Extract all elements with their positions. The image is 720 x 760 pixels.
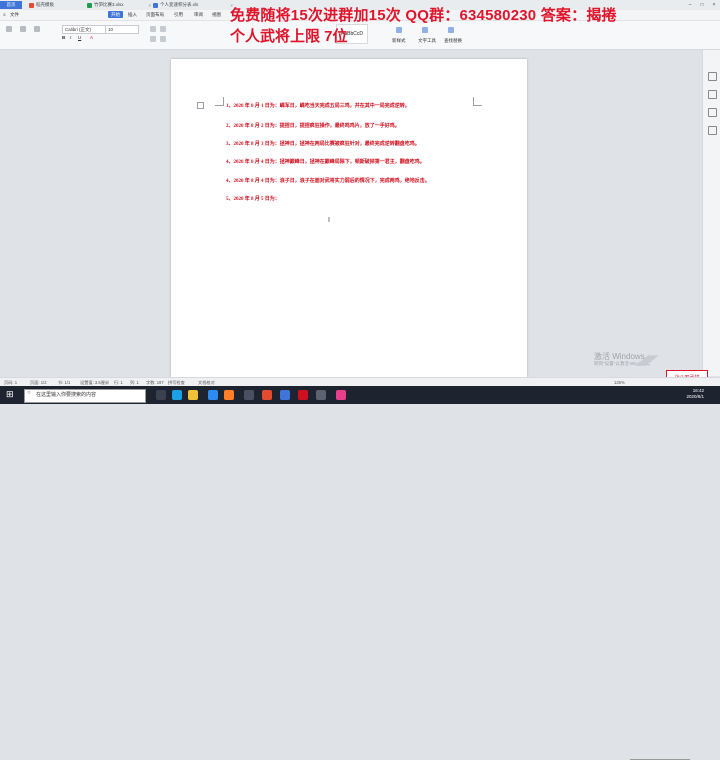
menu-references[interactable]: 引用 [174,12,183,18]
bullets-icon[interactable] [150,26,156,32]
paragraph-handle-icon[interactable] [197,102,204,109]
doc-line-3[interactable]: 3、2020 年 8 月 3 日为：拯神日，拯神在两局比赛被疯狂针对，最终完成逆… [226,140,420,147]
wps-writer-icon[interactable] [280,390,290,400]
app-icon[interactable] [244,390,254,400]
menu-view[interactable]: 视图 [212,12,221,18]
new-style-button[interactable]: 新样式 [392,38,406,44]
tab-home[interactable]: 首页 [0,1,22,9]
document-page[interactable]: 1、2020 年 8 月 1 日为：嵎军日，嵎吃当天完成五局三鸡，并在其中一局完… [171,59,527,381]
margin-corner-left [215,97,224,106]
align-center-icon[interactable] [160,36,166,42]
doc-line-6[interactable]: 5、2020 年 8 月 5 日为： [226,195,280,202]
align-left-icon[interactable] [150,36,156,42]
promo-banner-line1: 免费随将15次进群加15次 QQ群：634580230 答案：揭捲 [230,7,617,24]
doc-line-1[interactable]: 1、2020 年 8 月 1 日为：嵎军日，嵎吃当天完成五局三鸡，并在其中一局完… [226,102,410,109]
ribbon-toolbar: Calibri (正文) 10 B I U A AaBbCcD 新样式 文字工具… [0,21,720,50]
channel-logo: ◢◤ [636,352,656,367]
new-style-icon [396,27,402,33]
cut-icon[interactable] [6,26,12,32]
underline-icon[interactable]: U [78,35,81,40]
format-painter-icon[interactable] [34,26,40,32]
bold-icon[interactable]: B [62,35,65,40]
spreadsheet-icon [87,2,92,8]
app-icon[interactable] [224,390,234,400]
maximize-icon[interactable]: □ [696,0,708,10]
windows-start-icon[interactable]: ⊞ [6,389,14,400]
browser-icon[interactable] [208,390,218,400]
promo-banner-line2: 个人武将上限 7位 [230,28,348,45]
menu-file[interactable]: 文件 [10,12,19,18]
search-placeholder: 在这里输入你要搜索的内容 [36,392,97,398]
side-tool-icon[interactable] [708,90,717,99]
side-tool-icon[interactable] [708,108,717,117]
text-tools-icon [422,27,428,33]
side-tool-icon[interactable] [708,126,717,135]
copy-icon[interactable] [20,26,26,32]
tab-xlsx-file[interactable]: 竹笋比赛3.xlsx × [84,1,154,9]
numbering-icon[interactable] [160,26,166,32]
tab-docer-template[interactable]: 稻壳模板 [26,1,88,9]
right-side-panel [702,50,720,376]
menu-page-layout[interactable]: 页面布局 [146,12,164,18]
app-icon[interactable] [298,390,308,400]
margin-corner-right [473,97,482,106]
menu-insert[interactable]: 插入 [128,12,137,18]
find-replace-button[interactable]: 查找替换 [444,38,462,44]
wps-icon[interactable] [262,390,272,400]
tab-xls-file[interactable]: 个人变速积分表.xls × [150,1,236,9]
find-replace-icon [448,27,454,33]
zoom-level[interactable]: 126% [614,380,625,385]
app-icon[interactable] [336,390,346,400]
font-name-select[interactable]: Calibri (正文) [62,25,106,34]
menu-review[interactable]: 审阅 [194,12,203,18]
close-icon[interactable]: × [708,0,720,10]
text-tools-button[interactable]: 文字工具 [418,38,436,44]
menu-icon[interactable]: ≡ [3,12,6,17]
edge-icon[interactable] [172,390,182,400]
tab-label: 竹笋比赛3.xlsx [94,2,124,7]
document-icon [153,2,158,8]
tab-label: 个人变速积分表.xls [160,2,199,7]
font-color-icon[interactable]: A [90,35,93,40]
doc-line-4[interactable]: 4、2020 年 8 月 4 日为：拯神巅峰日，拯神在巅峰局除下，顿斯破掉第一君… [226,158,425,165]
minimize-icon[interactable]: – [684,0,696,10]
side-tool-icon[interactable] [708,72,717,81]
search-icon: ○ [27,390,31,396]
tab-label: 稻壳模板 [36,2,54,7]
explorer-icon[interactable] [188,390,198,400]
text-cursor-icon: I [328,217,330,224]
docer-icon [29,2,34,8]
font-size-select[interactable]: 10 [105,25,139,34]
window-controls: – □ × [684,0,720,10]
italic-icon[interactable]: I [70,35,71,40]
system-clock[interactable]: 16:42 2020/8/1 [686,388,704,400]
task-view-icon[interactable] [156,390,166,400]
menu-home[interactable]: 开始 [108,11,123,18]
app-icon[interactable] [316,390,326,400]
doc-line-5[interactable]: 4、2020 年 8 月 4 日为：浪子日，浪子在面对武将实力弱后的情况下，完成… [226,177,430,184]
doc-line-2[interactable]: 2、2020 年 8 月 2 日为：提捏日，提捏疯狂操作，最终鸣鸡片，放了一手好… [226,122,400,129]
clock-date: 2020/8/1 [686,394,704,399]
